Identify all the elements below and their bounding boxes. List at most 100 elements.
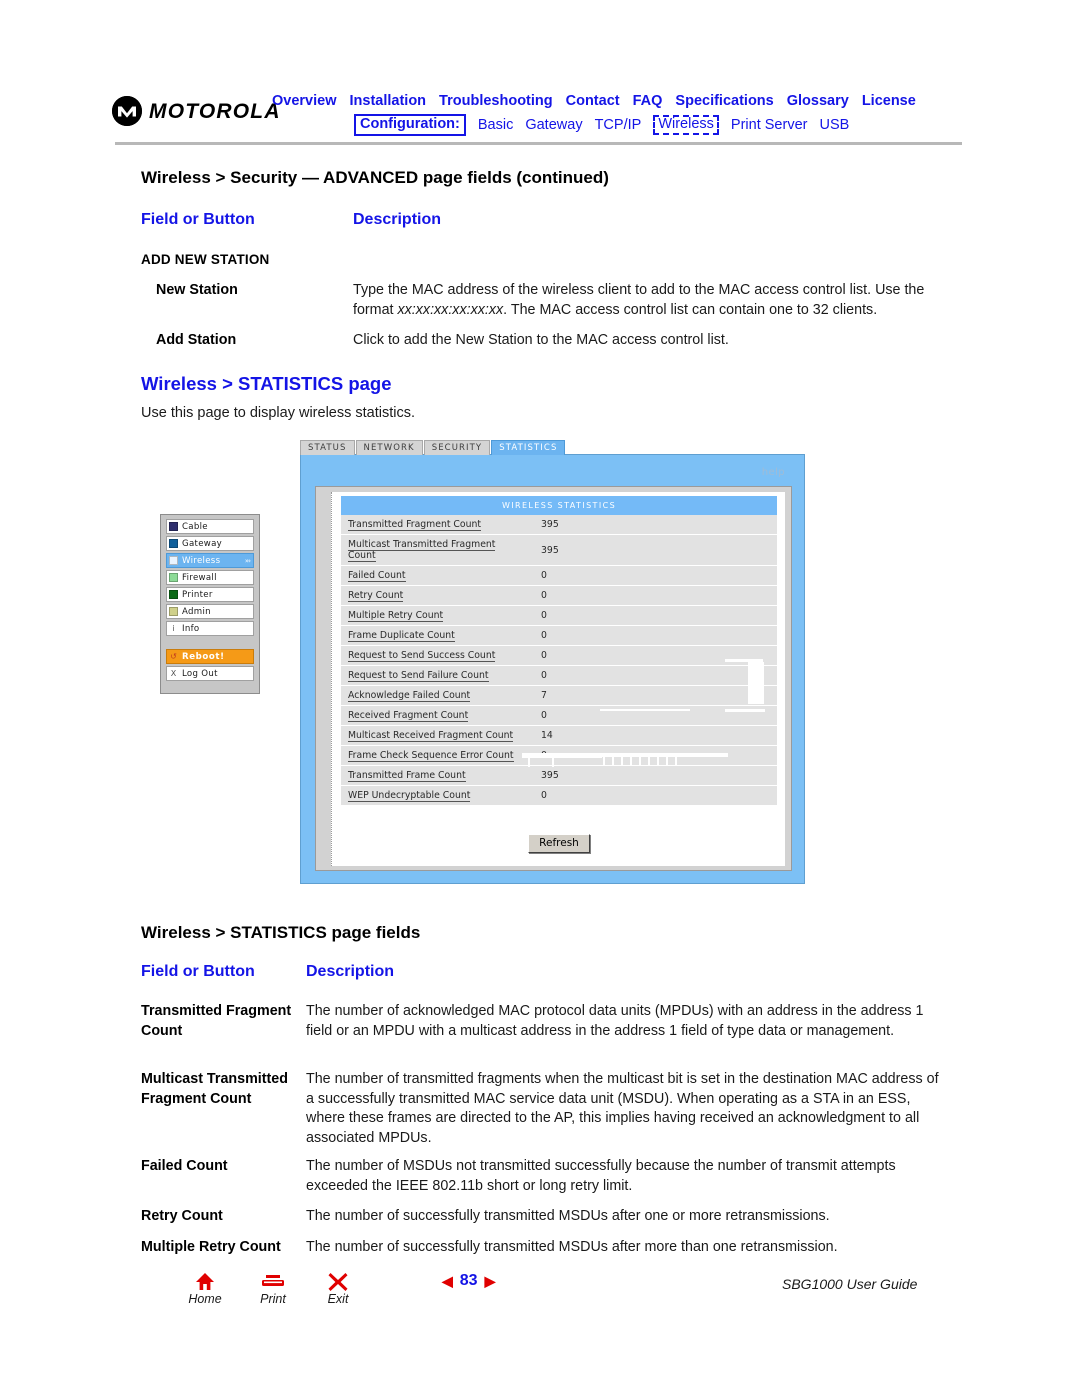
admin-swatch-icon: [169, 607, 178, 616]
stat-value-cell: 7: [532, 685, 777, 706]
term-add-station: Add Station: [156, 332, 237, 348]
statistics-column-headers: Field or Button Description: [141, 963, 941, 981]
nav-link-usb[interactable]: USB: [819, 117, 849, 133]
print-button[interactable]: Print: [245, 1272, 301, 1306]
term-new-station: New Station: [156, 282, 238, 298]
refresh-button[interactable]: Refresh: [528, 834, 590, 853]
stat-label-cell: Failed Count: [341, 565, 532, 586]
statistics-panel: WIRELESS STATISTICS Transmitted Fragment…: [331, 492, 785, 866]
stat-label-cell: Frame Duplicate Count: [341, 625, 532, 646]
term-transmitted-fragment-count: Transmitted Fragment Count: [141, 1003, 292, 1039]
tab-statistics[interactable]: STATISTICS: [491, 439, 566, 455]
stat-value-cell: 0: [532, 645, 777, 666]
advanced-table-title: Wireless > Security — ADVANCED page fiel…: [141, 168, 609, 187]
stat-label-cell: Frame Check Sequence Error Count: [341, 745, 532, 766]
table-row: Multicast Received Fragment Count 14: [341, 725, 777, 746]
nav-link-gateway[interactable]: Gateway: [525, 117, 582, 133]
sidebar-label: Log Out: [182, 668, 218, 679]
stat-link[interactable]: Request to Send Success Count: [348, 650, 496, 662]
pager: ◀ 83 ▶: [442, 1272, 495, 1290]
firewall-swatch-icon: [169, 573, 178, 582]
prev-page-arrow-icon[interactable]: ◀: [442, 1273, 453, 1290]
guide-title: SBG1000 User Guide: [782, 1276, 918, 1292]
nav-link-basic[interactable]: Basic: [478, 117, 513, 133]
table-row: Request to Send Success Count 0: [341, 645, 777, 666]
stat-link[interactable]: WEP Undecryptable Count: [348, 790, 471, 802]
stat-link[interactable]: Multicast Transmitted Fragment Count: [348, 539, 496, 562]
stat-value-cell: 0: [532, 745, 777, 766]
definition-row: Multiple Retry Count The number of succe…: [141, 1238, 941, 1258]
stat-link[interactable]: Transmitted Fragment Count: [348, 519, 482, 531]
stat-link[interactable]: Frame Check Sequence Error Count: [348, 750, 514, 762]
stat-link[interactable]: Frame Duplicate Count: [348, 630, 455, 642]
nav-link-wireless[interactable]: Wireless: [653, 115, 719, 135]
stat-link[interactable]: Request to Send Failure Count: [348, 670, 489, 682]
motorola-wordmark: MOTOROLA: [149, 99, 281, 123]
definition-row: Transmitted Fragment Count The number of…: [141, 1002, 941, 1041]
nav-link-contact[interactable]: Contact: [566, 93, 620, 109]
nav-link-faq[interactable]: FAQ: [633, 93, 663, 109]
stat-link[interactable]: Transmitted Frame Count: [348, 770, 466, 782]
refresh-button-row: Refresh: [332, 833, 786, 853]
stat-link[interactable]: Retry Count: [348, 590, 404, 602]
router-sidebar: Cable Gateway Wireless »› Firewall Print…: [160, 514, 260, 694]
term-multiple-retry-count: Multiple Retry Count: [141, 1239, 281, 1255]
stat-link[interactable]: Received Fragment Count: [348, 710, 469, 722]
sidebar-item-wireless[interactable]: Wireless »›: [166, 553, 254, 568]
stat-label-cell: Multicast Received Fragment Count: [341, 725, 532, 746]
stat-label-cell: Retry Count: [341, 585, 532, 606]
sidebar-label: Cable: [182, 521, 208, 532]
table-row: Frame Duplicate Count 0: [341, 625, 777, 646]
nav-link-glossary[interactable]: Glossary: [787, 93, 849, 109]
sidebar-item-gateway[interactable]: Gateway: [166, 536, 254, 551]
table-row: Multicast Transmitted Fragment Count 395: [341, 534, 777, 566]
sidebar-item-log-out[interactable]: X Log Out: [166, 666, 254, 681]
nav-link-print-server[interactable]: Print Server: [731, 117, 808, 133]
stat-label-cell: WEP Undecryptable Count: [341, 785, 532, 806]
help-link[interactable]: help: [762, 467, 785, 478]
desc-multiple-retry-count: The number of successfully transmitted M…: [306, 1239, 838, 1255]
home-icon: [177, 1272, 233, 1292]
stat-value-cell: 0: [532, 585, 777, 606]
sidebar-item-admin[interactable]: Admin: [166, 604, 254, 619]
nav-configuration-label: Configuration:: [354, 114, 466, 136]
add-new-station-group-label: ADD NEW STATION: [141, 252, 270, 267]
stat-value-cell: 0: [532, 665, 777, 686]
nav-link-tcpip[interactable]: TCP/IP: [595, 117, 642, 133]
router-ui-screenshot: STATUS NETWORK SECURITY STATISTICS help …: [300, 437, 807, 885]
nav-link-overview[interactable]: Overview: [272, 93, 337, 109]
sidebar-label: Firewall: [182, 572, 217, 583]
stat-label-cell: Transmitted Frame Count: [341, 765, 532, 786]
header-divider: [115, 142, 962, 145]
definition-row: Retry Count The number of successfully t…: [141, 1207, 941, 1227]
stat-link[interactable]: Multiple Retry Count: [348, 610, 444, 622]
sidebar-label: Gateway: [182, 538, 223, 549]
nav-link-installation[interactable]: Installation: [350, 93, 427, 109]
sidebar-item-firewall[interactable]: Firewall: [166, 570, 254, 585]
nav-link-specifications[interactable]: Specifications: [675, 93, 773, 109]
stat-value-cell: 395: [532, 534, 777, 566]
stat-link[interactable]: Acknowledge Failed Count: [348, 690, 471, 702]
exit-button[interactable]: Exit: [310, 1272, 366, 1306]
sidebar-item-cable[interactable]: Cable: [166, 519, 254, 534]
stat-link[interactable]: Multicast Received Fragment Count: [348, 730, 514, 742]
tab-status[interactable]: STATUS: [300, 439, 355, 455]
stat-value-cell: 0: [532, 625, 777, 646]
sidebar-item-printer[interactable]: Printer: [166, 587, 254, 602]
nav-link-troubleshooting[interactable]: Troubleshooting: [439, 93, 553, 109]
print-label: Print: [260, 1292, 286, 1306]
tab-security[interactable]: SECURITY: [423, 439, 491, 455]
home-label: Home: [188, 1292, 222, 1306]
definition-row: Failed Count The number of MSDUs not tra…: [141, 1157, 941, 1196]
sidebar-item-info[interactable]: i Info: [166, 621, 254, 636]
home-button[interactable]: Home: [177, 1272, 233, 1306]
wireless-swatch-icon: [169, 556, 178, 565]
nav-link-license[interactable]: License: [862, 93, 916, 109]
close-icon: [310, 1272, 366, 1292]
table-row: WEP Undecryptable Count 0: [341, 785, 777, 806]
stat-link[interactable]: Failed Count: [348, 570, 406, 582]
next-page-arrow-icon[interactable]: ▶: [485, 1273, 496, 1290]
desc-new-station-part2: . The MAC access control list can contai…: [503, 301, 878, 318]
tab-network[interactable]: NETWORK: [355, 439, 423, 455]
sidebar-item-reboot[interactable]: ↺ Reboot!: [166, 649, 254, 664]
